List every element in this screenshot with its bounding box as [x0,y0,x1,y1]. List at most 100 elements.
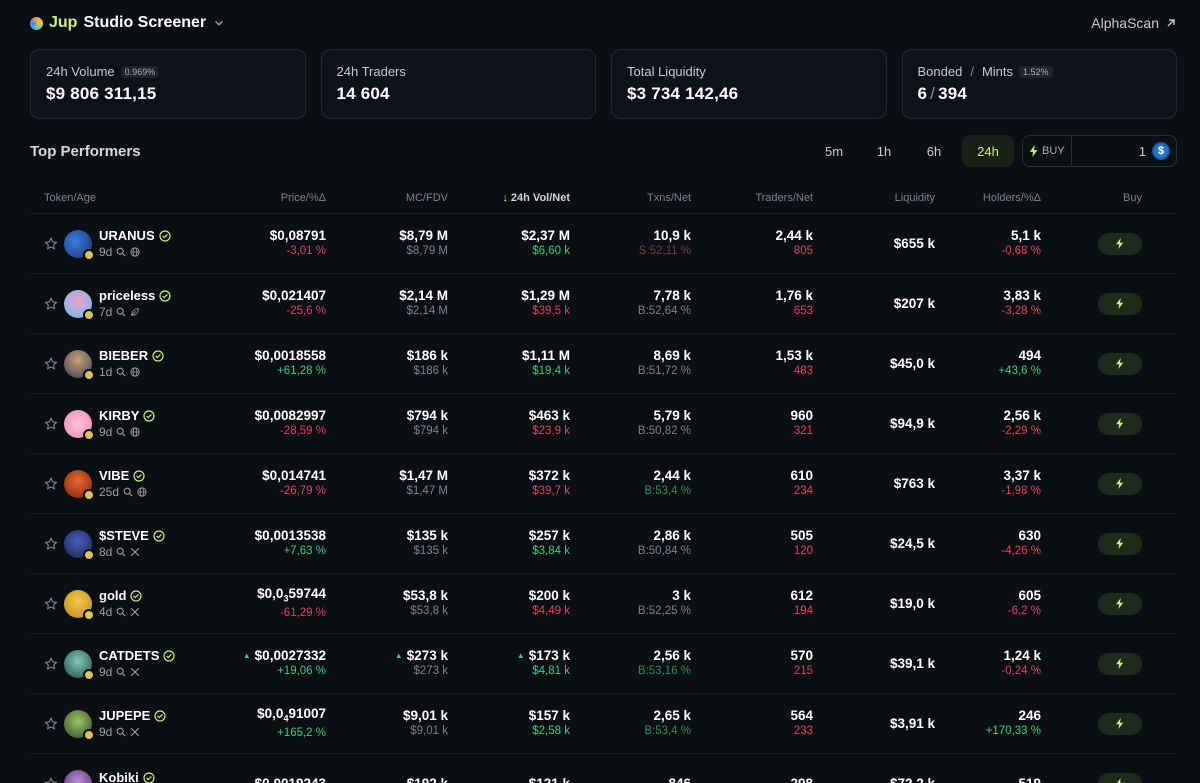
timeframe-24h[interactable]: 24h [962,135,1014,167]
star-icon[interactable] [44,356,58,371]
search-icon[interactable] [116,727,126,737]
market-cap: $9,01 k [402,708,448,723]
token-name[interactable]: $STEVE [99,528,149,543]
token-name[interactable]: gold [99,588,126,603]
table-row[interactable]: priceless 7d $0,021407 -25,6 % $2,14 M $2,14 … [30,274,1177,334]
quick-buy-button[interactable] [1098,412,1142,435]
token-name[interactable]: priceless [99,288,155,303]
col-price[interactable]: Price/%Δ [210,192,326,204]
table-row[interactable]: Kobiki $0,0019243 $192 k $121 k 846 298 $72,2 … [30,754,1177,783]
col-txns[interactable]: Txns/Net [570,192,691,204]
leaf-icon[interactable] [130,307,140,317]
holders-cell: 630 -4,26 % [935,528,1041,559]
search-icon[interactable] [116,547,126,557]
table-row[interactable]: KIRBY 9d $0,0082997 -28,59 % $794 k $794 k $46… [30,394,1177,454]
token-name[interactable]: JUPEPE [99,708,150,723]
holders-cell: 5,1 k -0,68 % [935,228,1041,259]
liquidity-cell: $72,2 k [813,776,935,783]
quick-buy-button[interactable] [1098,472,1142,495]
search-icon[interactable] [116,307,126,317]
timeframe-6h[interactable]: 6h [912,135,956,167]
token-avatar[interactable] [64,589,95,621]
star-icon[interactable] [44,776,58,783]
col-holders[interactable]: Holders/%Δ [935,192,1041,204]
star-icon[interactable] [44,716,58,731]
col-traders[interactable]: Traders/Net [691,192,813,204]
col-vol[interactable]: ↓ 24h Vol/Net [448,192,570,204]
holders: 1,24 k [1003,648,1041,663]
traders: 612 [790,588,813,603]
quick-buy-button[interactable] [1098,592,1142,615]
search-icon[interactable] [123,487,133,497]
globe-icon[interactable] [130,427,140,437]
quick-buy-button[interactable] [1098,772,1142,783]
timeframe-1h[interactable]: 1h [862,135,906,167]
liquidity: $24,5 k [889,535,935,551]
timeframe-5m[interactable]: 5m [812,135,856,167]
buy-amount-input[interactable]: 1 [1072,144,1152,159]
col-liquidity[interactable]: Liquidity [813,192,935,204]
table-row[interactable]: BIEBER 1d $0,0018558 +61,28 % $186 k $186 k $1… [30,334,1177,394]
vol-cell: $257 k $3,84 k [448,528,570,559]
mc-cell: $794 k $794 k [326,408,448,439]
table-row[interactable]: URANUS 9d $0,08791 -3,01 % $8,79 M $8,79 M $2,… [30,214,1177,274]
x-twitter-icon[interactable] [130,727,140,737]
token-avatar[interactable] [64,709,95,741]
token-name[interactable]: VIBE [99,468,129,483]
col-mc[interactable]: MC/FDV [326,192,448,204]
token-avatar[interactable] [64,649,95,681]
globe-icon[interactable] [130,367,140,377]
star-icon[interactable] [44,236,58,251]
alphascan-link[interactable]: AlphaScan [1091,15,1177,31]
quick-buy-button[interactable] [1098,532,1142,555]
price-change: -61,29 % [279,607,326,620]
token-avatar[interactable] [64,289,95,321]
x-twitter-icon[interactable] [130,547,140,557]
quick-buy-button[interactable] [1098,352,1142,375]
search-icon[interactable] [116,367,126,377]
token-avatar[interactable] [64,349,95,381]
brand-dropdown[interactable]: Jup Studio Screener [30,14,226,32]
price-cell: $0,0082997 -28,59 % [210,408,326,439]
token-name[interactable]: Kobiki [99,770,139,783]
table-row[interactable]: JUPEPE 9d $0,0491007 +165,2 % $9,01 k $9,01 k… [30,694,1177,754]
quick-buy-button[interactable] [1098,292,1142,315]
x-twitter-icon[interactable] [130,667,140,677]
traders-net: 234 [793,485,813,497]
token-avatar[interactable] [64,529,95,561]
globe-icon[interactable] [137,487,147,497]
token-avatar[interactable] [64,469,95,501]
quick-buy-amount[interactable]: BUY 1 $ [1022,135,1177,167]
sort-down-icon: ↓ [502,191,508,204]
star-icon[interactable] [44,476,58,491]
x-twitter-icon[interactable] [130,607,140,617]
search-icon[interactable] [116,247,126,257]
star-icon[interactable] [44,416,58,431]
token-avatar[interactable] [64,229,95,261]
table-row[interactable]: VIBE 25d $0,014741 -26,79 % $1,47 M $1,47 M $3… [30,454,1177,514]
traders: 298 [790,775,813,783]
table-row[interactable]: gold 4d $0,0359744 -61,29 % $53,8 k $53,8 k $2… [30,574,1177,634]
col-token[interactable]: Token/Age [30,192,210,204]
search-icon[interactable] [116,427,126,437]
token-name[interactable]: BIEBER [99,348,148,363]
token-name[interactable]: CATDETS [99,648,159,663]
volume-net: $3,84 k [532,545,570,557]
quick-buy-button[interactable] [1098,232,1142,255]
star-icon[interactable] [44,536,58,551]
search-icon[interactable] [116,607,126,617]
token-avatar[interactable] [64,769,92,783]
table-row[interactable]: CATDETS 9d ▲ $0,0027332 +19,06 % ▲ $273 k $273 … [30,634,1177,694]
quick-buy-button[interactable] [1098,712,1142,735]
quick-buy-button[interactable] [1098,652,1142,675]
globe-icon[interactable] [130,247,140,257]
search-icon[interactable] [116,667,126,677]
star-icon[interactable] [44,596,58,611]
star-icon[interactable] [44,656,58,671]
volume-net: $39,7 k [532,485,570,497]
star-icon[interactable] [44,296,58,311]
token-name[interactable]: URANUS [99,228,155,243]
token-avatar[interactable] [64,409,95,441]
table-row[interactable]: $STEVE 8d $0,0013538 +7,63 % $135 k $135 k $25… [30,514,1177,574]
token-name[interactable]: KIRBY [99,408,139,423]
